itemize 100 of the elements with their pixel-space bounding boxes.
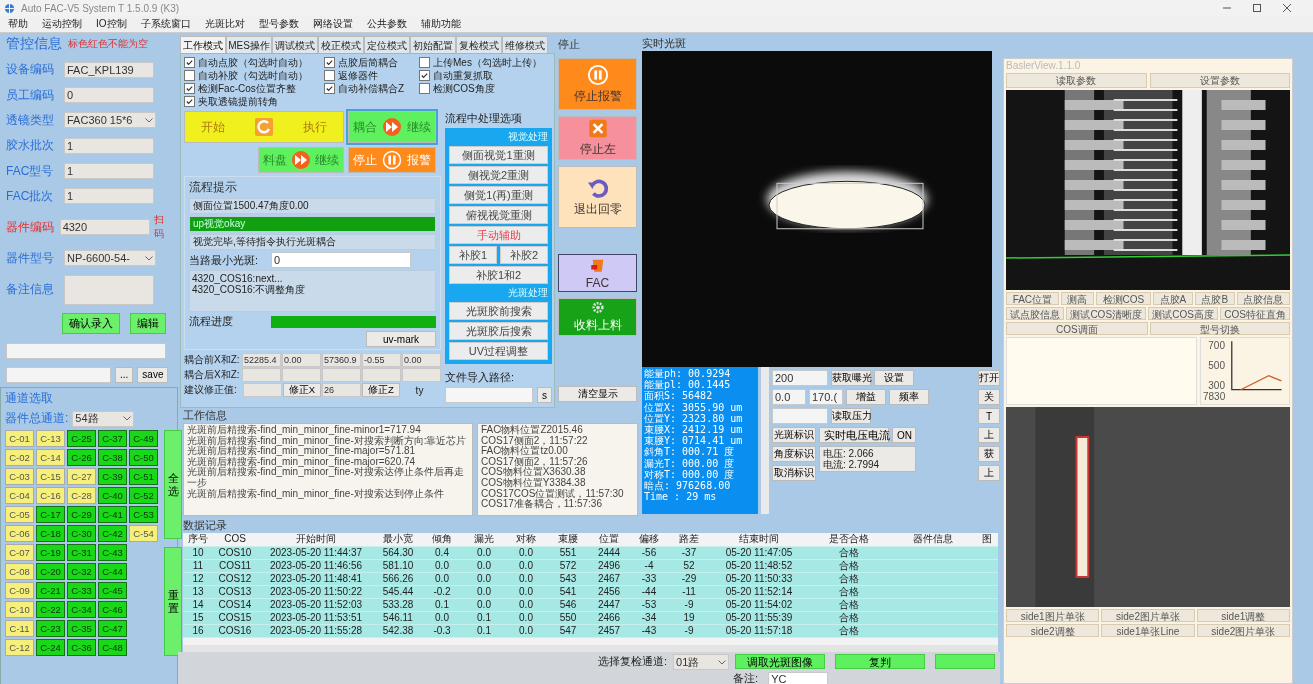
column-header[interactable]: 路差 [669,533,709,546]
stop-panel-button[interactable]: 停止左 [558,116,637,160]
channel-button[interactable]: C-09 [5,582,34,599]
column-header[interactable]: 偏移 [629,533,669,546]
channel-button[interactable]: C-28 [67,487,96,504]
option-button[interactable]: 侧视觉2重测 [449,166,548,184]
action-button[interactable]: 复判 [835,654,926,669]
tool-button[interactable]: 点胶信息 [1236,292,1290,305]
channel-button[interactable]: C-36 [67,639,96,656]
value-field[interactable]: 52285.4 [242,353,281,367]
checkbox[interactable] [324,70,335,81]
channel-button[interactable]: C-08 [5,563,34,580]
menu-item[interactable]: 辅助功能 [420,17,461,31]
channel-button[interactable]: C-40 [98,487,127,504]
option-button[interactable]: 侧觉1(再)重测 [449,186,548,204]
channel-button[interactable]: C-42 [98,525,127,542]
channel-button[interactable]: C-21 [36,582,65,599]
checkbox[interactable] [184,57,195,68]
channel-button[interactable]: C-49 [129,430,158,447]
mark-button[interactable]: 取消标识 [772,465,816,481]
checkbox[interactable] [419,83,430,94]
tab[interactable]: 复检模式 [456,36,502,53]
text-area[interactable] [64,274,154,305]
side-button[interactable]: 上 [978,465,1000,481]
checkbox[interactable] [184,96,195,107]
image-button[interactable]: side2调整 [1006,624,1100,637]
tab[interactable]: 调试模式 [272,36,318,53]
side-button[interactable]: T [978,408,1000,424]
tool-button[interactable]: FAC位置 [1006,292,1059,305]
channel-button[interactable]: C-15 [36,468,65,485]
gain-field[interactable]: 170.( [809,389,843,405]
tab[interactable]: MES操作 [226,36,272,53]
checkbox[interactable] [419,57,430,68]
checkbox[interactable] [324,83,335,94]
blank-button[interactable] [935,654,996,669]
frequency-button[interactable]: 频率 [889,389,929,405]
text-field[interactable]: 0 [271,252,411,268]
option-button[interactable]: 补胶1 [449,246,497,264]
column-header[interactable]: 开始时间 [257,533,375,546]
menu-item[interactable]: IO控制 [96,17,127,31]
option-button[interactable]: 侧面视觉1重测 [449,146,548,164]
stop-panel-button[interactable]: 停止报警 [558,58,637,110]
channel-button[interactable]: C-03 [5,468,34,485]
channel-button[interactable]: C-25 [67,430,96,447]
parameter-button[interactable]: 设置参数 [1149,73,1290,88]
column-header[interactable]: 器件信息 [889,533,977,546]
action-button[interactable]: 调取光斑图像 [735,654,826,669]
channel-button[interactable]: C-20 [36,563,65,580]
checkbox[interactable] [184,70,195,81]
small-button[interactable]: save [137,366,169,383]
channel-button[interactable]: C-34 [67,601,96,618]
channel-button[interactable]: C-39 [98,468,127,485]
channel-button[interactable]: C-06 [5,525,34,542]
channel-button[interactable]: C-48 [98,639,127,656]
channel-button[interactable]: C-47 [98,620,127,637]
tool-button[interactable]: 检测COS [1095,292,1151,305]
image-button[interactable]: side2图片单张 [1101,609,1195,622]
channel-button[interactable]: C-18 [36,525,65,542]
tool-button[interactable]: 测试COS清晰度 [1066,307,1147,320]
channel-button[interactable]: C-44 [98,563,127,580]
value-field[interactable]: -0.55 [362,353,401,367]
image-button[interactable]: side1调整 [1196,609,1290,622]
clear-button[interactable]: 清空显示 [558,386,637,402]
channel-button[interactable]: C-04 [5,487,34,504]
gain-button[interactable]: 增益 [846,389,886,405]
image-button[interactable]: side2图片单张 [1196,624,1290,637]
option-button[interactable]: UV过程调整 [449,342,548,360]
vertical-button[interactable]: 全选 [164,430,182,539]
text-field[interactable]: 0 [64,87,154,104]
value-field[interactable] [322,368,361,382]
checkbox[interactable] [184,83,195,94]
text-field[interactable]: 1 [64,137,154,154]
column-header[interactable]: 最小宽 [375,533,421,546]
column-header[interactable]: 结束时间 [709,533,809,546]
channel-button[interactable]: C-07 [5,544,34,561]
power-monitor-button[interactable]: 实时电压电流 [819,427,889,443]
tab[interactable]: 校正模式 [318,36,364,53]
side-button[interactable]: 打开 [978,370,1000,386]
channel-button[interactable]: C-53 [129,506,158,523]
option-button[interactable]: 俯视视觉重测 [449,206,548,224]
channel-button[interactable]: C-11 [5,620,34,637]
tab[interactable]: 维修模式 [502,36,548,53]
channel-button[interactable]: C-32 [67,563,96,580]
channel-button[interactable]: C-33 [67,582,96,599]
scrollbar[interactable] [183,645,998,652]
column-header[interactable]: 倾角 [421,533,463,546]
channel-button[interactable]: C-23 [36,620,65,637]
side-button[interactable]: 获 [978,446,1000,462]
column-header[interactable]: 图 [977,533,997,546]
column-header[interactable]: 对称 [505,533,547,546]
column-header[interactable]: 束腰 [547,533,589,546]
value-field[interactable] [243,383,282,397]
channel-button[interactable]: C-45 [98,582,127,599]
menu-item[interactable]: 运动控制 [42,17,82,31]
on-button[interactable]: ON [892,427,916,443]
channel-button[interactable]: C-01 [5,430,34,447]
dropdown[interactable]: FAC360 15*6 [64,112,156,129]
option-button[interactable]: 手动辅助 [449,226,548,244]
dropdown[interactable]: 01路 [673,654,730,670]
menu-item[interactable]: 帮助 [8,17,28,31]
